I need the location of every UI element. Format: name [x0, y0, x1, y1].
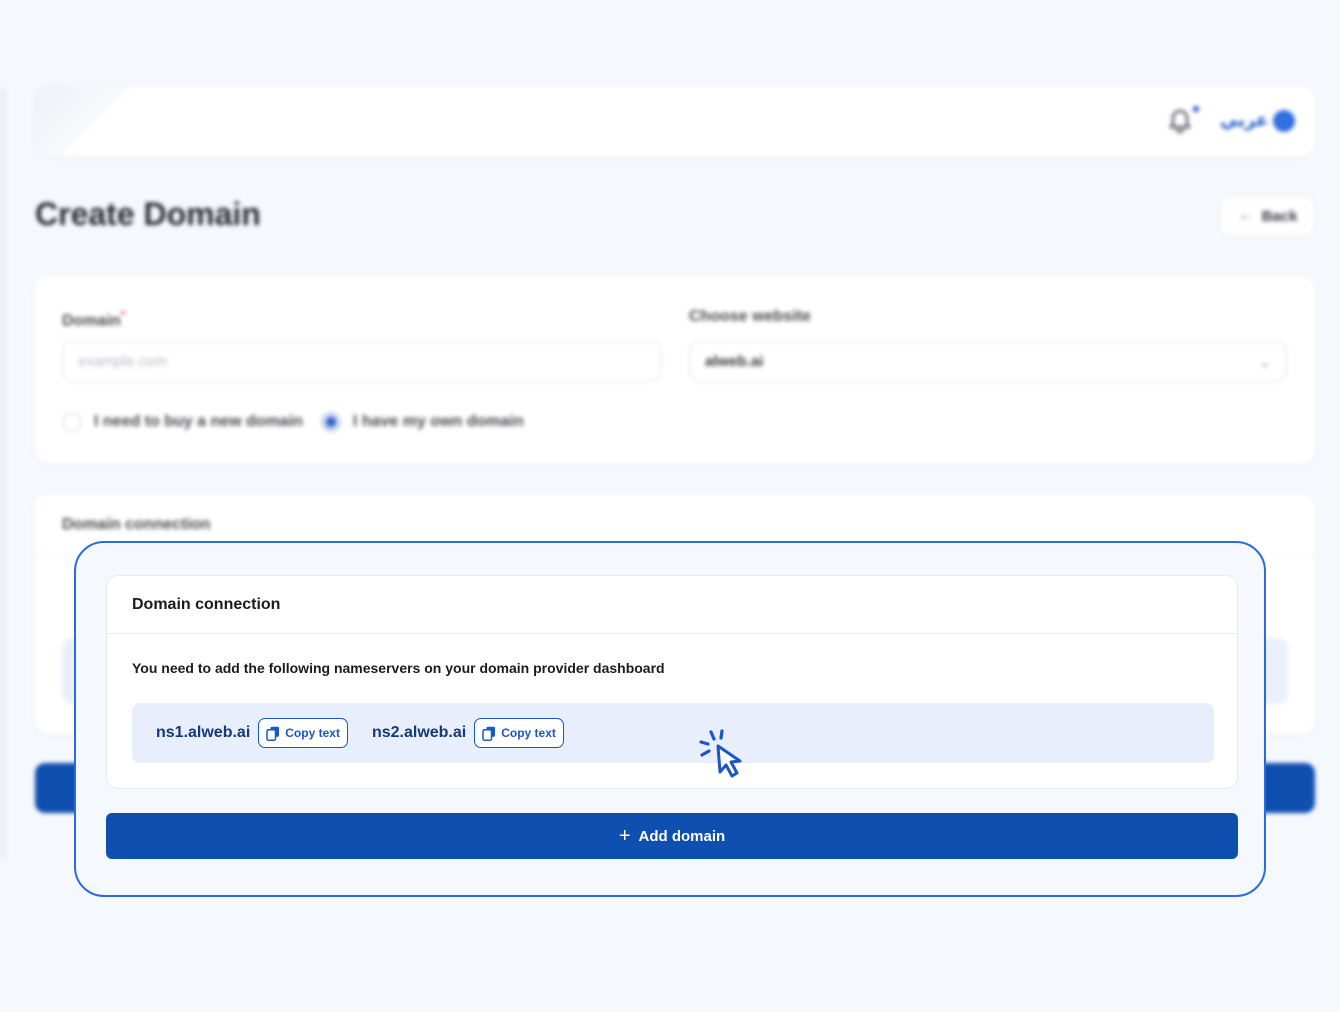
connection-description: You need to add the following nameserver… [132, 660, 665, 676]
connection-title-background: Domain connection [62, 516, 211, 533]
add-domain-button[interactable]: + Add domain [106, 813, 1238, 859]
domain-placeholder: example.com [78, 352, 168, 370]
notification-dot [1193, 106, 1199, 112]
top-bar: عربي [35, 86, 1315, 156]
domain-label-text: Domain [62, 312, 121, 330]
page-title: Create Domain [35, 196, 261, 232]
domain-label: Domain* [62, 308, 125, 330]
language-switch[interactable]: عربي [1220, 110, 1268, 131]
radio-own-domain[interactable] [320, 412, 341, 432]
copy-nameserver-1-button[interactable]: Copy text [258, 718, 348, 748]
back-button[interactable]: ← Back [1220, 196, 1315, 236]
required-mark: * [120, 308, 126, 322]
nameserver-1: ns1.alweb.ai [156, 724, 251, 741]
arrow-left-icon: ← [1237, 207, 1254, 224]
divider [107, 633, 1237, 634]
copy-icon [482, 726, 496, 741]
domain-form-card: Domain* example.com Choose website alweb… [35, 276, 1315, 464]
back-label: Back [1261, 207, 1298, 225]
radio-own-label: I have my own domain [352, 413, 524, 430]
click-cursor-icon [699, 729, 742, 778]
sidebar-edge [0, 88, 6, 858]
top-bar-shade [35, 86, 175, 156]
nameserver-2: ns2.alweb.ai [371, 724, 467, 741]
domain-connection-card: Domain connection You need to add the fo… [106, 575, 1238, 789]
domain-type-radios: I need to buy a new domain I have my own… [62, 412, 524, 432]
copy-icon [266, 726, 280, 741]
copy-label: Copy text [285, 726, 340, 740]
website-label: Choose website [689, 308, 811, 325]
nameserver-strip: ns1.alweb.ai Copy text ns2.alweb.ai Copy… [132, 703, 1214, 763]
website-select-value: alweb.ai [705, 352, 764, 370]
connection-title: Domain connection [132, 596, 281, 613]
website-select[interactable]: alweb.ai ⌄ [689, 340, 1287, 382]
bell-icon[interactable] [1168, 108, 1192, 134]
add-domain-label: Add domain [638, 827, 726, 845]
copy-nameserver-2-button[interactable]: Copy text [474, 718, 564, 748]
domain-input[interactable]: example.com [62, 340, 662, 382]
chevron-down-icon: ⌄ [1259, 354, 1271, 370]
globe-icon[interactable] [1273, 110, 1295, 132]
radio-buy-label: I need to buy a new domain [94, 413, 303, 430]
focus-highlight-frame: Domain connection You need to add the fo… [74, 541, 1266, 897]
copy-label: Copy text [501, 726, 556, 740]
plus-icon: + [618, 825, 631, 847]
radio-buy-domain[interactable] [62, 412, 82, 432]
